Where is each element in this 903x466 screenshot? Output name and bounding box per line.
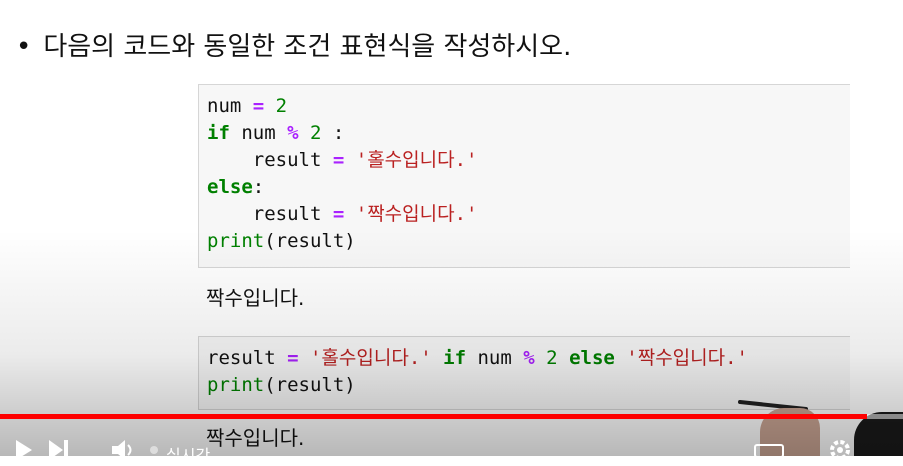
progress-bar[interactable] [0, 414, 903, 419]
settings-icon [830, 440, 850, 460]
code-line: else: [207, 176, 265, 198]
settings-button[interactable] [828, 438, 852, 462]
code-line: result = '짝수입니다.' [252, 203, 478, 225]
code-line: if num % 2 : [207, 122, 345, 144]
instruction-text: 다음의 코드와 동일한 조건 표현식을 작성하시오. [43, 32, 572, 62]
next-button[interactable] [48, 440, 70, 460]
player-controls: 실시간 [0, 430, 903, 465]
code-cell-1[interactable]: num = 2 if num % 2 : result = '홀수입니다.' els… [198, 84, 850, 268]
code-line: num = 2 [207, 95, 288, 117]
code-line: print(result) [207, 374, 356, 396]
next-icon [49, 440, 68, 460]
play-button[interactable] [14, 440, 34, 460]
instruction-line: • 다음의 코드와 동일한 조건 표현식을 작성하시오. [16, 26, 571, 63]
progress-fill [0, 414, 867, 419]
output-1: 짝수입니다. [206, 286, 305, 310]
live-label[interactable]: 실시간 [166, 442, 210, 466]
code-line: result = '홀수입니다.' if num % 2 else '짝수입니다… [207, 347, 748, 369]
volume-icon [112, 440, 132, 460]
code-line: result = '홀수입니다.' [252, 149, 478, 171]
volume-button[interactable] [112, 440, 136, 460]
bullet: • [16, 32, 32, 62]
live-dot-icon [150, 446, 158, 454]
code-cell-2[interactable]: result = '홀수입니다.' if num % 2 else '짝수입니다… [198, 336, 850, 410]
play-icon [16, 440, 32, 460]
code-line: print(result) [207, 230, 356, 252]
